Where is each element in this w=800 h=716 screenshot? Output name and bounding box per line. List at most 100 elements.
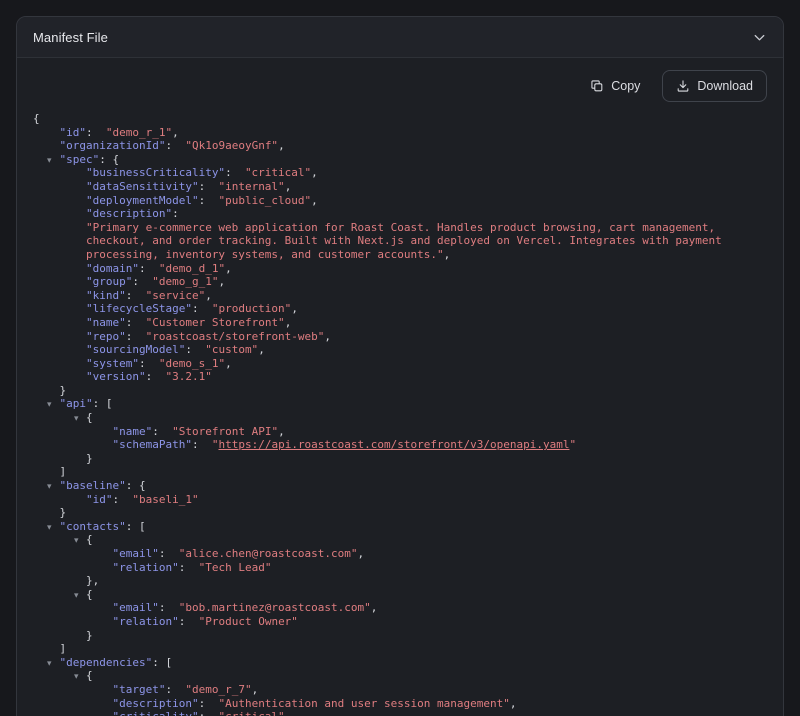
json-string: "demo_g_1"	[152, 275, 218, 288]
code-line: {	[33, 112, 767, 126]
code-line: "schemaPath": "https://api.roastcoast.co…	[33, 438, 767, 452]
code-line: "repo": "roastcoast/storefront-web",	[33, 330, 767, 344]
toolbar: Copy Download	[33, 70, 767, 102]
json-key: "dataSensitivity"	[86, 180, 199, 193]
whitespace	[33, 207, 86, 220]
code-line: "description":	[33, 207, 767, 221]
whitespace	[33, 139, 60, 152]
json-key: "schemaPath"	[112, 438, 191, 451]
collapse-toggle[interactable]: ▼	[74, 414, 79, 423]
manifest-file-header[interactable]: Manifest File	[17, 17, 783, 58]
json-string: "demo_s_1"	[159, 357, 225, 370]
json-punct: ]	[60, 642, 67, 655]
json-punct: ,	[205, 289, 212, 302]
code-line: "id": "baseli_1"	[33, 493, 767, 507]
json-key: "name"	[112, 425, 152, 438]
json-string: checkout, and order tracking. Built with…	[86, 234, 722, 247]
json-punct: ,	[291, 302, 298, 315]
json-punct: :	[126, 289, 146, 302]
code-line: ]	[33, 465, 767, 479]
whitespace	[33, 357, 86, 370]
whitespace	[33, 574, 86, 587]
code-line: "sourcingModel": "custom",	[33, 343, 767, 357]
code-line: "id": "demo_r_1",	[33, 126, 767, 140]
json-key: "repo"	[86, 330, 126, 343]
json-string: "critical"	[245, 166, 311, 179]
schema-url-link[interactable]: https://api.roastcoast.com/storefront/v3…	[218, 438, 569, 451]
json-punct: ,	[371, 601, 378, 614]
whitespace	[33, 343, 86, 356]
json-key: "contacts"	[60, 520, 126, 533]
copy-icon	[590, 79, 604, 93]
json-string: "3.2.1"	[165, 370, 211, 383]
whitespace	[33, 629, 86, 642]
code-line: }	[33, 384, 767, 398]
json-string: "Tech Lead"	[199, 561, 272, 574]
whitespace	[33, 316, 86, 329]
json-key: "email"	[112, 601, 158, 614]
json-punct: ,	[285, 316, 292, 329]
code-line: "email": "alice.chen@roastcoast.com",	[33, 547, 767, 561]
json-string: "bob.martinez@roastcoast.com"	[179, 601, 371, 614]
manifest-file-body: Copy Download { "id": "demo_r_1", "organ…	[17, 58, 783, 716]
json-string: "demo_r_1"	[106, 126, 172, 139]
json-punct: {	[86, 411, 93, 424]
json-key: "relation"	[112, 561, 178, 574]
json-punct: {	[86, 669, 93, 682]
collapse-toggle[interactable]: ▼	[47, 658, 52, 667]
json-punct: :	[172, 207, 179, 220]
json-key: "sourcingModel"	[86, 343, 185, 356]
whitespace	[33, 493, 86, 506]
json-string: "baseli_1"	[132, 493, 198, 506]
whitespace	[33, 289, 86, 302]
code-line: ▼ "baseline": {	[33, 479, 767, 493]
json-punct: :	[179, 561, 199, 574]
json-code-viewer: { "id": "demo_r_1", "organizationId": "Q…	[33, 112, 767, 716]
json-punct: :	[146, 370, 166, 383]
json-string: "Primary e-commerce web application for …	[86, 221, 715, 234]
collapse-toggle[interactable]: ▼	[47, 155, 52, 164]
json-punct: :	[126, 330, 146, 343]
whitespace	[33, 384, 60, 397]
json-punct: ,	[172, 126, 179, 139]
whitespace	[79, 533, 86, 546]
whitespace	[33, 615, 112, 628]
collapse-toggle[interactable]: ▼	[74, 590, 79, 599]
whitespace	[33, 330, 86, 343]
whitespace	[53, 397, 60, 410]
chevron-down-icon[interactable]	[752, 30, 767, 45]
collapse-toggle[interactable]: ▼	[74, 672, 79, 681]
collapse-toggle[interactable]: ▼	[47, 522, 52, 531]
code-line: "name": "Customer Storefront",	[33, 316, 767, 330]
whitespace	[33, 656, 46, 669]
json-punct: ,	[258, 343, 265, 356]
copy-button[interactable]: Copy	[576, 70, 654, 102]
code-line: },	[33, 574, 767, 588]
json-string: processing, inventory systems, and custo…	[86, 248, 444, 261]
json-punct: }	[60, 506, 67, 519]
whitespace	[33, 533, 73, 546]
json-string: "service"	[146, 289, 206, 302]
whitespace	[33, 438, 112, 451]
json-string: "demo_r_7"	[185, 683, 251, 696]
json-punct: :	[112, 493, 132, 506]
json-key: "relation"	[112, 615, 178, 628]
json-key: "criticality"	[112, 710, 198, 716]
json-punct: ,	[444, 248, 451, 261]
whitespace	[33, 411, 73, 424]
whitespace	[33, 262, 86, 275]
json-punct: ,	[311, 166, 318, 179]
code-line: "Primary e-commerce web application for …	[33, 221, 767, 235]
download-button[interactable]: Download	[662, 70, 767, 102]
collapse-toggle[interactable]: ▼	[47, 482, 52, 491]
json-string: "internal"	[218, 180, 284, 193]
page: Manifest File Copy	[0, 0, 800, 716]
collapse-toggle[interactable]: ▼	[47, 400, 52, 409]
json-string: "Product Owner"	[199, 615, 298, 628]
json-key: "businessCriticality"	[86, 166, 225, 179]
code-line: }	[33, 629, 767, 643]
code-line: }	[33, 452, 767, 466]
whitespace	[33, 180, 86, 193]
collapse-toggle[interactable]: ▼	[74, 536, 79, 545]
code-line: "lifecycleStage": "production",	[33, 302, 767, 316]
